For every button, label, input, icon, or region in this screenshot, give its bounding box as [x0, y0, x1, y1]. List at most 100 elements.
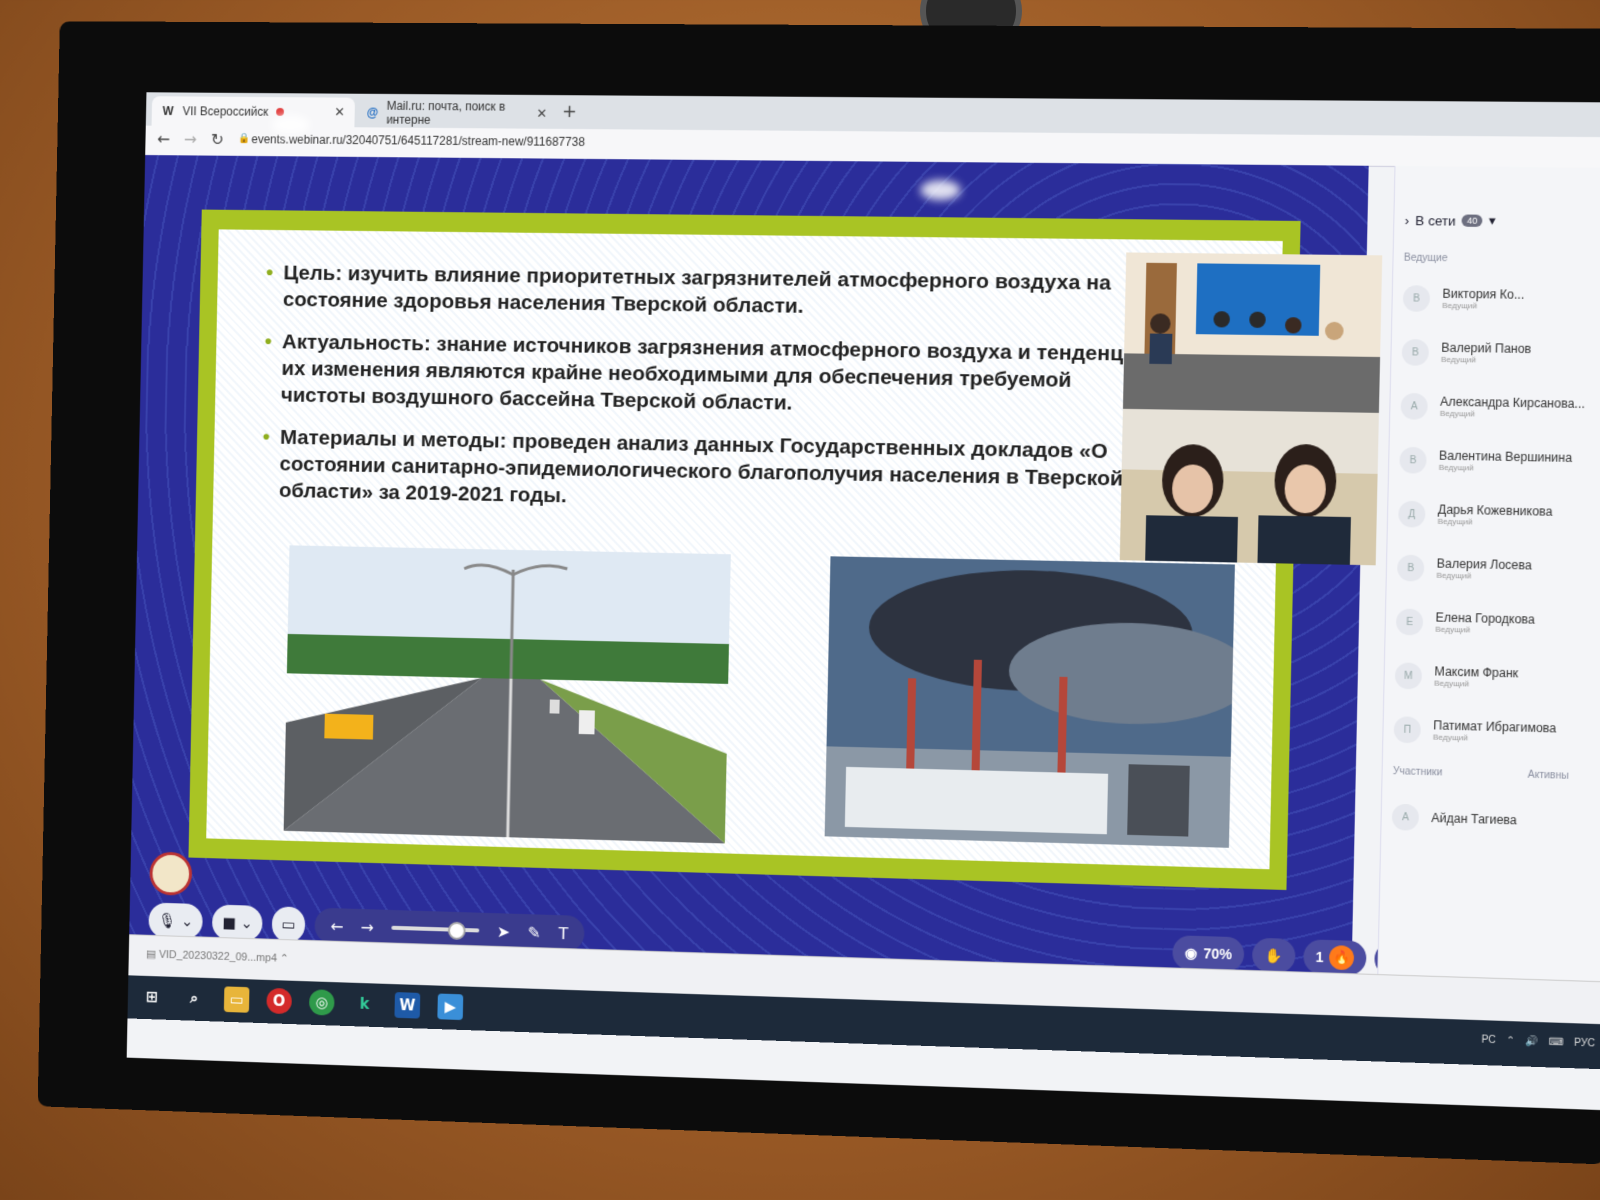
host-role: Ведущий: [1442, 300, 1478, 311]
raise-hand-button[interactable]: ✋: [1252, 937, 1296, 974]
host-item[interactable]: Е Елена Городкова Ведущий: [1395, 601, 1600, 647]
host-item[interactable]: Д Дарья Кожевникова Ведущий: [1398, 494, 1600, 539]
university-seal-logo: [149, 851, 193, 896]
forward-icon[interactable]: →: [184, 130, 197, 149]
online-count-badge: 40: [1461, 214, 1483, 227]
avatar: Д: [1398, 500, 1426, 528]
host-role: Ведущий: [1435, 624, 1471, 635]
back-icon[interactable]: ←: [157, 130, 170, 149]
avatar: А: [1400, 392, 1428, 420]
host-role: Ведущий: [1436, 570, 1472, 581]
text-tool-icon[interactable]: T: [558, 924, 568, 943]
tab-webinar[interactable]: W VII Всероссийск ✕: [151, 96, 356, 128]
webinar-stage: Цель: изучить влияние приоритетных загря…: [129, 155, 1414, 978]
opera-icon[interactable]: O: [266, 987, 293, 1015]
bullet-methods: Материалы и методы: проведен анализ данн…: [261, 424, 1156, 521]
tab-mail[interactable]: @ Mail.ru: почта, поиск в интерне ✕: [356, 98, 557, 129]
chevron-down-icon: ⌄: [240, 914, 253, 933]
avatar: В: [1399, 446, 1427, 474]
avatar: А: [1391, 803, 1420, 831]
chevron-right-icon[interactable]: ›: [1405, 212, 1410, 227]
close-icon[interactable]: ✕: [536, 106, 547, 122]
host-item[interactable]: В Валентина Вершинина Ведущий: [1399, 440, 1600, 485]
pointer-icon[interactable]: ➤: [497, 922, 511, 941]
video-tile-conference-room[interactable]: [1122, 252, 1383, 413]
avatar: Е: [1395, 608, 1424, 636]
online-header[interactable]: › В сети 40 ▾: [1405, 212, 1496, 229]
tab-title: Mail.ru: почта, поиск в интерне: [386, 98, 506, 127]
avatar: П: [1393, 716, 1422, 744]
chevron-up-icon[interactable]: ⌃: [1506, 1035, 1515, 1047]
host-role: Ведущий: [1440, 354, 1477, 365]
host-item[interactable]: П Патимат Ибрагимова Ведущий: [1393, 709, 1600, 755]
media-player-icon[interactable]: ▶: [437, 993, 464, 1021]
microphone-button[interactable]: 🎙 ⌄: [148, 902, 204, 940]
chevron-down-icon[interactable]: ▾: [1489, 213, 1496, 229]
camera-button[interactable]: ■ ⌄: [212, 904, 263, 942]
light-reflection: [920, 179, 961, 201]
host-role: Ведущий: [1432, 732, 1469, 743]
tv-monitor: W VII Всероссийск ✕ @ Mail.ru: почта, по…: [37, 21, 1600, 1165]
url-field[interactable]: events.webinar.ru/32040751/645117281/str…: [251, 132, 585, 149]
bullet-goal: Цель: изучить влияние приоритетных загря…: [265, 259, 1159, 324]
windows-start-icon[interactable]: ⊞: [139, 984, 164, 1010]
hands-count: 1: [1315, 948, 1324, 966]
search-icon[interactable]: ⌕: [181, 985, 207, 1011]
host-item[interactable]: М Максим Франк Ведущий: [1394, 655, 1600, 701]
kaspersky-icon[interactable]: k: [352, 991, 378, 1018]
chrome-icon[interactable]: ◎: [308, 989, 335, 1016]
participant-item[interactable]: А Айдан Тагиева: [1391, 797, 1600, 844]
pencil-icon[interactable]: ✎: [527, 923, 541, 942]
input-layout[interactable]: РС: [1481, 1034, 1496, 1046]
zoom-slider[interactable]: [391, 921, 480, 940]
reactions-indicator[interactable]: 1 🔥: [1302, 939, 1368, 976]
avatar: В: [1402, 285, 1431, 312]
participant-name: Айдан Тагиева: [1431, 810, 1517, 827]
volume-icon[interactable]: 🔊: [1525, 1036, 1538, 1048]
host-item[interactable]: В Валерий Панов Ведущий: [1401, 332, 1600, 376]
active-label: Активны: [1527, 769, 1569, 782]
lock-icon: 🔒: [237, 133, 251, 145]
tab-title: VII Всероссийск: [182, 104, 269, 119]
host-role: Ведущий: [1439, 408, 1476, 419]
host-name: Валерий Панов: [1441, 340, 1532, 357]
participants-panel: › В сети 40 ▾ Ведущие В Виктория Ко... Вед…: [1377, 165, 1600, 982]
host-role: Ведущий: [1434, 678, 1470, 689]
bullet-relevance: Актуальность: знание источников загрязне…: [263, 328, 1158, 422]
screen: W VII Всероссийск ✕ @ Mail.ru: почта, по…: [126, 92, 1600, 1111]
host-item[interactable]: А Александра Кирсанова... Ведущий: [1400, 386, 1600, 430]
video-tile-speakers[interactable]: [1119, 408, 1379, 566]
screen-share-button[interactable]: ▭: [271, 906, 306, 943]
viewers-indicator[interactable]: ◉ 70%: [1172, 935, 1245, 972]
download-item[interactable]: ▤ VID_20230322_09...mp4 ⌃: [146, 947, 289, 964]
mail-icon: @: [366, 105, 379, 120]
word-icon[interactable]: W: [394, 992, 421, 1019]
avatar: В: [1397, 554, 1425, 582]
power-plant-photo: [824, 556, 1235, 848]
download-file-name: VID_20230322_09...mp4: [158, 948, 278, 965]
camera-icon: ■: [222, 913, 237, 932]
viewers-percent: 70%: [1203, 945, 1233, 963]
file-explorer-icon[interactable]: ▭: [223, 986, 250, 1013]
chevron-down-icon: ⌄: [181, 912, 194, 931]
hosts-label: Ведущие: [1403, 252, 1448, 265]
eye-icon: ◉: [1184, 944, 1198, 961]
online-label: В сети: [1415, 212, 1456, 229]
slide-bullets: Цель: изучить влияние приоритетных загря…: [261, 259, 1159, 536]
microphone-icon: 🎙: [158, 911, 177, 930]
prev-slide-icon[interactable]: ←: [330, 916, 343, 935]
next-slide-icon[interactable]: →: [361, 917, 374, 936]
host-item[interactable]: В Валерия Лосева Ведущий: [1397, 547, 1600, 592]
avatar: В: [1401, 339, 1430, 366]
close-icon[interactable]: ✕: [334, 104, 345, 120]
system-tray: РС ⌃ 🔊 ⌨ РУС: [1481, 1034, 1595, 1049]
reload-icon[interactable]: ↻: [211, 130, 224, 149]
avatar: М: [1394, 662, 1423, 690]
language-indicator[interactable]: РУС: [1574, 1038, 1595, 1050]
light-reflection: [270, 114, 311, 135]
host-item[interactable]: В Виктория Ко... Ведущий: [1402, 278, 1600, 322]
new-tab-button[interactable]: +: [562, 101, 577, 122]
hand-icon: ✋: [1264, 946, 1283, 964]
keyboard-icon[interactable]: ⌨: [1548, 1037, 1563, 1049]
slider-knob[interactable]: [447, 921, 466, 940]
